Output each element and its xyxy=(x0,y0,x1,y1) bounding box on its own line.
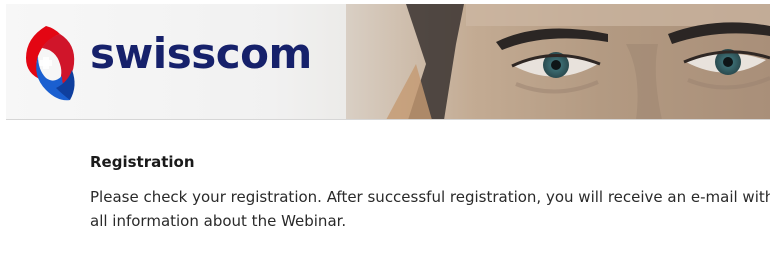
page: swisscom Registration Please check your … xyxy=(0,0,770,264)
banner-photo xyxy=(346,4,770,119)
registration-message: Please check your registration. After su… xyxy=(90,188,770,230)
registration-panel: Registration Please check your registrat… xyxy=(90,152,770,233)
brand-wordmark: swisscom xyxy=(90,29,312,78)
page-title: Registration xyxy=(90,153,195,171)
header-banner: swisscom xyxy=(6,4,770,120)
swisscom-ribbon-logo-icon xyxy=(26,26,75,101)
